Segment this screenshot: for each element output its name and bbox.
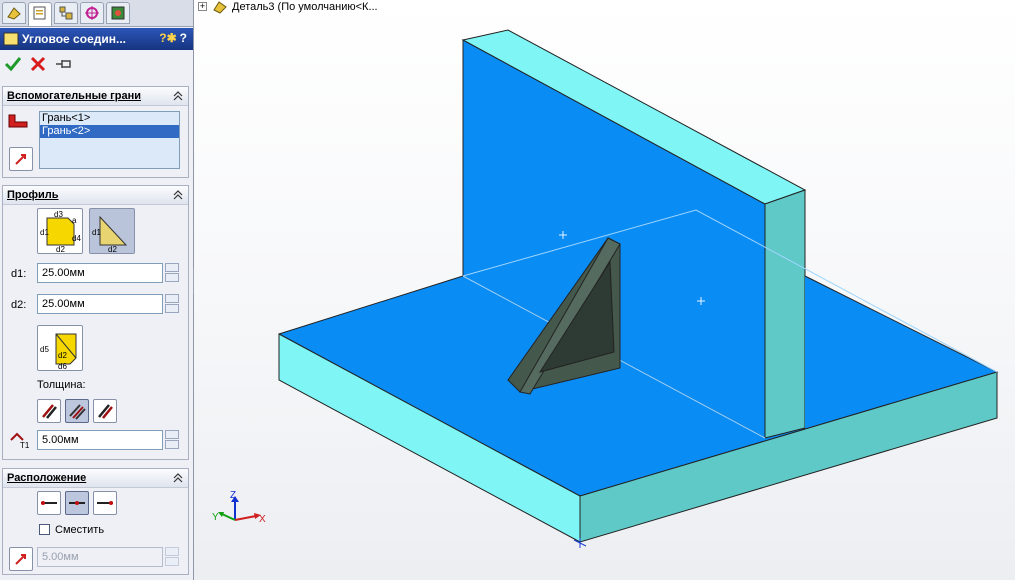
- group-header[interactable]: Вспомогательные грани: [3, 87, 188, 106]
- close-icon: [30, 56, 46, 72]
- d1-label: d1:: [11, 268, 27, 280]
- t1-input[interactable]: 5.00мм: [37, 430, 163, 450]
- location-start-button[interactable]: [37, 491, 61, 515]
- faces-list[interactable]: Грань<1> Грань<2>: [39, 111, 180, 169]
- cancel-button[interactable]: [29, 55, 49, 75]
- d1-input[interactable]: 25.00мм: [37, 263, 163, 283]
- collapse-icon[interactable]: [172, 472, 184, 484]
- location-mid-button[interactable]: [65, 491, 89, 515]
- configuration-icon: [59, 6, 73, 20]
- location-end-icon: [97, 501, 113, 505]
- list-item[interactable]: Грань<2>: [40, 125, 179, 138]
- display-icon: [111, 6, 125, 20]
- dim-label: d3: [54, 210, 63, 219]
- ok-button[interactable]: [4, 55, 24, 75]
- thickness-t1-icon: T1: [10, 432, 30, 450]
- thickness-side-two-button[interactable]: [93, 399, 117, 423]
- feature-title: Угловое соедин...: [22, 32, 126, 46]
- expand-icon[interactable]: +: [198, 2, 207, 11]
- svg-text:Y: Y: [212, 512, 219, 523]
- thickness-label: Толщина:: [37, 379, 86, 391]
- reverse-direction-button[interactable]: [9, 147, 33, 171]
- offset-direction-button[interactable]: [9, 547, 33, 571]
- triangle-profile-icon: d1 d2: [92, 215, 128, 254]
- property-icon: [33, 6, 46, 20]
- view-triad: Z X Y: [212, 490, 266, 525]
- offset-input[interactable]: 5.00мм: [37, 547, 163, 567]
- chamfer-button[interactable]: d5 d2 d6: [37, 325, 83, 371]
- dim-label: d6: [58, 362, 67, 370]
- dim-label: d1: [92, 228, 101, 237]
- group-location: Расположение Сместить 5.00мм: [2, 468, 189, 575]
- dim-label: d2: [58, 351, 67, 360]
- thickness-middle-icon: [69, 404, 86, 420]
- dim-label: d5: [40, 345, 49, 354]
- dim-label: d4: [72, 234, 81, 243]
- svg-text:Z: Z: [230, 490, 236, 501]
- group-title: Расположение: [7, 472, 87, 484]
- group-title: Профиль: [7, 189, 59, 201]
- location-end-button[interactable]: [93, 491, 117, 515]
- action-bar: [0, 52, 193, 78]
- feature-tree-icon: [7, 7, 21, 20]
- group-supporting-faces: Вспомогательные грани Грань<1> Грань<2>: [2, 86, 189, 178]
- group-profile: Профиль d1 d2 d3 d4 a d1 d2 d1: 25.00мм …: [2, 185, 189, 460]
- graphics-area[interactable]: Z X Y: [194, 0, 1015, 580]
- offset-label: Сместить: [55, 524, 105, 536]
- d2-label: d2:: [11, 299, 27, 311]
- feature-title-bar: Угловое соедин... ?✱?: [0, 28, 193, 50]
- svg-text:T1: T1: [20, 441, 30, 450]
- pin-icon: [56, 60, 71, 68]
- crosshair-icon: [85, 6, 99, 20]
- thickness-left-icon: [42, 404, 57, 419]
- d1-spinner[interactable]: [165, 263, 179, 283]
- part-name: Деталь3 (По умолчанию<К...: [232, 1, 378, 13]
- tab-dimxpert[interactable]: [80, 2, 104, 24]
- property-manager: Угловое соедин... ?✱? Вспомогательные гр…: [0, 0, 194, 580]
- thickness-right-icon: [98, 404, 113, 419]
- thickness-side-one-button[interactable]: [37, 399, 61, 423]
- manager-tabs: [0, 0, 193, 27]
- t1-spinner[interactable]: [165, 430, 179, 450]
- tab-display-manager[interactable]: [106, 2, 130, 24]
- dim-label: d2: [56, 245, 65, 253]
- tab-feature-manager[interactable]: [2, 2, 26, 24]
- offset-checkbox[interactable]: [39, 524, 50, 535]
- tab-configuration-manager[interactable]: [54, 2, 78, 24]
- profile-type-polygon-button[interactable]: d1 d2 d3 d4 a: [37, 208, 83, 254]
- pin-button[interactable]: [54, 55, 74, 75]
- group-header[interactable]: Профиль: [3, 186, 188, 205]
- polygon-profile-icon: d1 d2 d3 d4 a: [40, 210, 81, 254]
- gusset-icon: [3, 32, 19, 46]
- reverse-arrow-icon: [15, 554, 26, 565]
- dim-label: a: [72, 216, 77, 225]
- thickness-both-button[interactable]: [65, 399, 89, 423]
- collapse-icon[interactable]: [172, 90, 184, 102]
- vertical-plate-side[interactable]: [764, 189, 806, 439]
- dim-label: d1: [40, 228, 49, 237]
- dim-label: d2: [108, 245, 117, 253]
- chamfer-profile-icon: d5 d2 d6: [40, 333, 77, 371]
- d2-spinner[interactable]: [165, 294, 179, 314]
- profile-type-triangle-button[interactable]: d1 d2: [89, 208, 135, 254]
- help-button[interactable]: ?✱?: [159, 31, 187, 45]
- model-view[interactable]: Z X Y: [194, 0, 1015, 580]
- group-header[interactable]: Расположение: [3, 469, 188, 488]
- part-icon: [213, 1, 227, 14]
- list-item[interactable]: Грань<1>: [40, 112, 179, 125]
- location-mid-icon: [69, 501, 85, 505]
- reverse-arrow-icon: [15, 154, 26, 165]
- svg-text:X: X: [259, 514, 266, 525]
- location-start-icon: [41, 501, 57, 505]
- tab-property-manager[interactable]: [28, 2, 52, 26]
- checkmark-icon: [4, 57, 22, 72]
- collapse-icon[interactable]: [172, 189, 184, 201]
- help-icon: ?✱: [159, 31, 177, 45]
- face-selection-icon: [8, 114, 28, 128]
- offset-spinner[interactable]: [165, 547, 179, 567]
- d2-input[interactable]: 25.00мм: [37, 294, 163, 314]
- group-title: Вспомогательные грани: [7, 90, 141, 102]
